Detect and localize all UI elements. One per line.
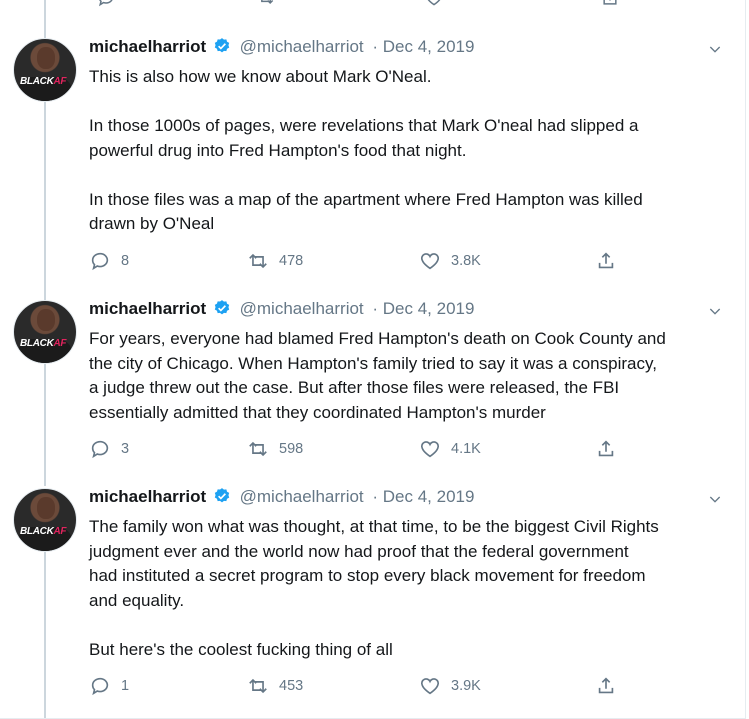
tweet[interactable]: BLACKAF michaelharriot @michaelharriot ·… [0,0,745,290]
share-button[interactable] [595,248,627,274]
handle[interactable]: @michaelharriot [240,487,364,506]
avatar-brand: BLACKAF [20,526,67,537]
reply-icon [91,252,109,271]
tweet-actions: 3 598 4.1K [89,436,629,462]
like-button[interactable]: 4.1K [419,436,481,462]
verified-badge-icon [214,488,230,503]
reply-count: 1 [121,678,130,694]
avatar[interactable]: BLACKAF [13,300,77,364]
retweet-count: 478 [279,253,304,269]
timestamp[interactable]: · Dec 4, 2019 [372,299,474,318]
tweet-text: For years, everyone had blamed Fred Hamp… [89,329,666,422]
display-name[interactable]: michaelharriot [89,299,206,318]
tweet-text: The family won what was thought, at that… [89,517,659,659]
display-name[interactable]: michaelharriot [89,487,206,506]
timeline-border [745,0,746,719]
retweet-icon [249,441,267,457]
tweet-text: This is also how we know about Mark O'Ne… [89,67,643,233]
like-button[interactable]: 3.8K [419,248,481,274]
retweet-button[interactable]: 598 [247,436,303,462]
avatar-brand: BLACKAF [20,76,67,87]
like-count: 4.1K [451,441,481,457]
share-button[interactable] [595,673,627,699]
like-icon [420,441,440,458]
tweet-header: michaelharriot @michaelharriot · Dec 4, … [89,487,474,509]
retweet-count: 453 [279,678,304,694]
timestamp[interactable]: · Dec 4, 2019 [372,37,474,56]
share-icon [598,440,614,457]
reply-icon [91,677,109,696]
tweet-actions: 1 453 3.9K [89,673,629,699]
tweet-header: michaelharriot @michaelharriot · Dec 4, … [89,37,474,59]
retweet-button[interactable]: 453 [247,673,303,699]
chevron-down-icon[interactable] [707,491,723,507]
tweet-header: michaelharriot @michaelharriot · Dec 4, … [89,299,474,321]
reply-count: 8 [121,253,130,269]
like-button[interactable]: 3.9K [419,673,481,699]
handle[interactable]: @michaelharriot [240,37,364,56]
tweet-actions: 8 478 3.8K [89,248,629,274]
tweet[interactable]: BLACKAF michaelharriot @michaelharriot ·… [0,290,745,480]
like-icon [420,253,440,270]
avatar[interactable]: BLACKAF [13,488,77,552]
chevron-down-icon[interactable] [707,41,723,57]
like-count: 3.9K [451,678,481,694]
like-icon [420,678,440,695]
chevron-down-icon[interactable] [707,303,723,319]
avatar[interactable]: BLACKAF [13,38,77,102]
retweet-button[interactable]: 478 [247,248,303,274]
reply-button[interactable]: 3 [89,436,129,462]
verified-badge-icon [214,38,230,53]
retweet-icon [249,253,267,269]
retweet-icon [249,678,267,694]
verified-badge-icon [214,300,230,315]
reply-button[interactable]: 8 [89,248,129,274]
reply-icon [91,440,109,459]
reply-count: 3 [121,441,130,457]
handle[interactable]: @michaelharriot [240,299,364,318]
share-icon [598,677,614,694]
retweet-count: 598 [279,441,304,457]
like-count: 3.8K [451,253,481,269]
display-name[interactable]: michaelharriot [89,37,206,56]
share-button[interactable] [595,436,627,462]
tweet[interactable]: BLACKAF michaelharriot @michaelharriot ·… [0,480,745,719]
avatar-brand: BLACKAF [20,338,67,349]
reply-button[interactable]: 1 [89,673,129,699]
timestamp[interactable]: · Dec 4, 2019 [372,487,474,506]
share-icon [598,252,614,269]
